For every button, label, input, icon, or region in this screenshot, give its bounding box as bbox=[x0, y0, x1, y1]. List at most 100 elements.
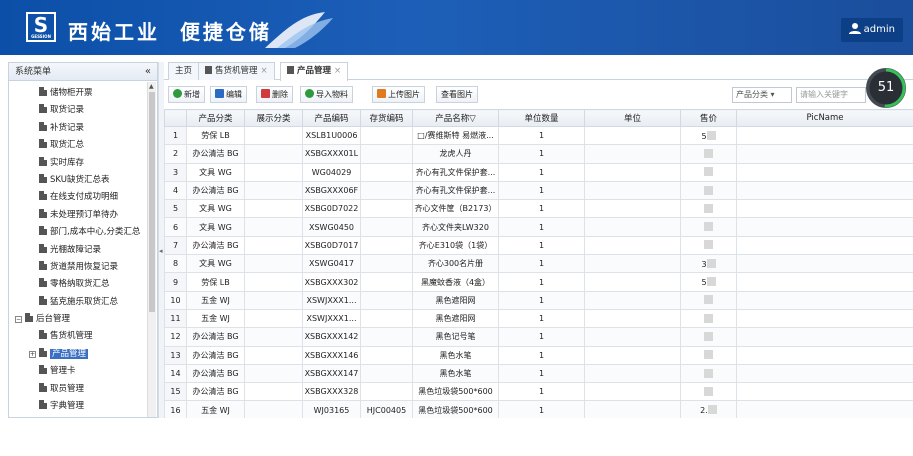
column-header[interactable]: 售价 bbox=[680, 109, 737, 127]
cell-name: 齐心文件筐（B2173） bbox=[412, 199, 499, 219]
sidebar-item[interactable]: + 产品管理 bbox=[9, 346, 157, 363]
cell-show bbox=[244, 290, 303, 310]
cell-text: 黑色垃圾袋500*600 bbox=[418, 405, 493, 415]
cell-code: XSBGXXX01L bbox=[302, 144, 361, 164]
table-row[interactable]: 5 文具 WG XSBG0D7022 齐心文件筐（B2173） 1 bbox=[164, 199, 913, 219]
sidebar-item[interactable]: 补货记录 bbox=[9, 120, 157, 137]
sidebar-item[interactable]: 取货汇总 bbox=[9, 137, 157, 154]
brand-title: 西始工业 便捷仓储 bbox=[68, 16, 272, 45]
cell-stock bbox=[360, 345, 413, 365]
sidebar-item[interactable]: 部门,成本中心,分类汇总 bbox=[9, 224, 157, 241]
delete-button[interactable]: 删除 bbox=[256, 86, 293, 103]
sidebar-item[interactable]: 管理卡 bbox=[9, 363, 157, 380]
cell-text: 齐心文件筐（B2173） bbox=[414, 204, 497, 214]
table-row[interactable]: 9 劳保 LB XSBGXXX302 黑魔蚊香液（4盒） 1 5 bbox=[164, 272, 913, 292]
table-row[interactable]: 16 五金 WJ WJ03165 HJC00405 黑色垃圾袋500*600 1 2. bbox=[164, 400, 913, 418]
tab-vending[interactable]: 售货机管理 × bbox=[198, 62, 275, 80]
cell-picname bbox=[736, 144, 913, 164]
table-row[interactable]: 3 文具 WG WG04029 齐心有孔文件保护套... 1 bbox=[164, 162, 913, 182]
tab-close-icon[interactable]: × bbox=[261, 66, 268, 76]
tree-toggle-icon[interactable]: + bbox=[29, 350, 36, 358]
table-row[interactable]: 12 办公清洁 BG XSBGXXX142 黑色记号笔 1 bbox=[164, 327, 913, 347]
cell-text: 1 bbox=[538, 295, 545, 305]
table-row[interactable]: 6 文具 WG XSWG0450 齐心文件夹LW320 1 bbox=[164, 217, 913, 237]
table-row[interactable]: 1 劳保 LB XSLB1U0006 □/赛维斯特 易燃液... 1 5 bbox=[164, 125, 913, 146]
splitter-arrow-icon[interactable]: ◂ bbox=[159, 247, 163, 255]
cell-text: XSBGXXX147 bbox=[304, 369, 359, 378]
add-button[interactable]: 新增 bbox=[168, 86, 205, 103]
table-row[interactable]: 11 五金 WJ XSWJXXX1... 黑色遮阳网 1 bbox=[164, 308, 913, 329]
sidebar-item[interactable]: SKU缺货汇总表 bbox=[9, 172, 157, 189]
sidebar-item[interactable]: 光棚故障记录 bbox=[9, 242, 157, 259]
cell-cat: 文具 WG bbox=[186, 254, 245, 274]
table-row[interactable]: 2 办公清洁 BG XSBGXXX01L 龙虎人丹 1 bbox=[164, 144, 913, 164]
category-select[interactable]: 产品分类 ▾ bbox=[732, 87, 792, 103]
cell-text: HJC00405 bbox=[366, 405, 407, 415]
column-header[interactable]: 产品名称▽ bbox=[412, 109, 499, 127]
cell-code: XSBGXXX146 bbox=[302, 345, 361, 365]
cell-n: 10 bbox=[164, 290, 187, 310]
cell-code: XSBGXXX302 bbox=[302, 272, 361, 292]
sidebar-item[interactable]: 货道禁用恢复记录 bbox=[9, 259, 157, 276]
column-header[interactable]: PicName bbox=[736, 109, 913, 127]
sidebar-item[interactable]: 猛克施乐取货汇总 bbox=[9, 294, 157, 311]
upload-image-button[interactable]: 上传图片 bbox=[372, 86, 425, 103]
tree-toggle-icon[interactable]: − bbox=[15, 316, 22, 324]
cell-text: 黑色水笔 bbox=[439, 369, 472, 378]
tab-home[interactable]: 主页 bbox=[168, 62, 200, 80]
scrollbar-thumb[interactable] bbox=[149, 92, 155, 312]
sidebar-item[interactable]: − 后台管理 bbox=[9, 311, 157, 328]
cell-text: 1 bbox=[538, 222, 545, 232]
column-header[interactable]: 产品编码 bbox=[302, 109, 361, 127]
column-header[interactable]: 产品分类 bbox=[186, 109, 245, 127]
tab-products[interactable]: 产品管理 × bbox=[280, 62, 349, 81]
sidebar-collapse-button[interactable]: « bbox=[145, 63, 151, 81]
sidebar-scrollbar[interactable]: ▲ bbox=[147, 82, 156, 417]
sidebar-item[interactable]: 实时库存 bbox=[9, 155, 157, 172]
sidebar-item[interactable]: 在线支付成功明细 bbox=[9, 189, 157, 206]
column-header[interactable]: 展示分类 bbox=[244, 109, 303, 127]
sidebar-item[interactable]: 取员管理 bbox=[9, 381, 157, 398]
cell-show bbox=[244, 144, 303, 164]
cell-price: 2. bbox=[680, 400, 737, 418]
search-input[interactable]: 请输入关键字 bbox=[796, 87, 866, 103]
cell-text: 办公清洁 BG bbox=[192, 350, 239, 360]
tab-close-icon[interactable]: × bbox=[334, 66, 341, 76]
sidebar-item[interactable]: 权限管理 bbox=[9, 415, 157, 417]
cell-text: 五金 WJ bbox=[201, 405, 230, 415]
sidebar-item[interactable]: 零格纳取货汇总 bbox=[9, 276, 157, 293]
sidebar-item[interactable]: 售货机管理 bbox=[9, 328, 157, 345]
import-button[interactable]: 导入物料 bbox=[300, 86, 353, 103]
cell-text: 齐心文件夹LW320 bbox=[422, 222, 489, 232]
sidebar-item[interactable]: 未处理预订单待办 bbox=[9, 207, 157, 224]
cell-unit bbox=[584, 254, 681, 274]
table-row[interactable]: 14 办公清洁 BG XSBGXXX147 黑色水笔 1 bbox=[164, 363, 913, 384]
column-header[interactable] bbox=[164, 109, 187, 127]
table-row[interactable]: 8 文具 WG XSWG0417 齐心300名片册 1 3 bbox=[164, 254, 913, 274]
doc-icon bbox=[39, 173, 47, 183]
scroll-up-icon[interactable]: ▲ bbox=[149, 83, 154, 90]
edit-button[interactable]: 编辑 bbox=[210, 86, 247, 103]
table-row[interactable]: 15 办公清洁 BG XSBGXXX328 黑色垃圾袋500*600 1 bbox=[164, 382, 913, 402]
column-header[interactable]: 单位 bbox=[584, 109, 681, 127]
table-row[interactable]: 10 五金 WJ XSWJXXX1... 黑色遮阳网 1 bbox=[164, 290, 913, 310]
sidebar-item[interactable]: 取货记录 bbox=[9, 102, 157, 119]
sidebar-item[interactable]: 字典管理 bbox=[9, 398, 157, 415]
table-row[interactable]: 4 办公清洁 BG XSBGXXX06F 齐心有孔文件保护套... 1 bbox=[164, 180, 913, 201]
column-header[interactable]: 存货编码 bbox=[360, 109, 413, 127]
column-header[interactable]: 单位数量 bbox=[498, 109, 585, 127]
cell-show bbox=[244, 235, 303, 256]
cell-text: 1 bbox=[538, 204, 545, 214]
cell-show bbox=[244, 363, 303, 384]
cell-text: 黑魔蚊香液（4盒） bbox=[420, 277, 491, 287]
cell-name: 齐心有孔文件保护套... bbox=[412, 180, 499, 201]
user-menu-button[interactable]: admin bbox=[840, 18, 903, 42]
cell-name: 黑色遮阳网 bbox=[412, 290, 499, 310]
cell-show bbox=[244, 308, 303, 329]
view-image-button[interactable]: 查看图片 bbox=[436, 86, 478, 103]
sidebar-item[interactable]: 储物柜开票 bbox=[9, 85, 157, 102]
cell-stock: HJC00405 bbox=[360, 400, 413, 418]
table-row[interactable]: 7 办公清洁 BG XSBG0D7017 齐心E310袋（1袋） 1 bbox=[164, 235, 913, 256]
import-icon bbox=[305, 89, 314, 98]
table-row[interactable]: 13 办公清洁 BG XSBGXXX146 黑色水笔 1 bbox=[164, 345, 913, 365]
